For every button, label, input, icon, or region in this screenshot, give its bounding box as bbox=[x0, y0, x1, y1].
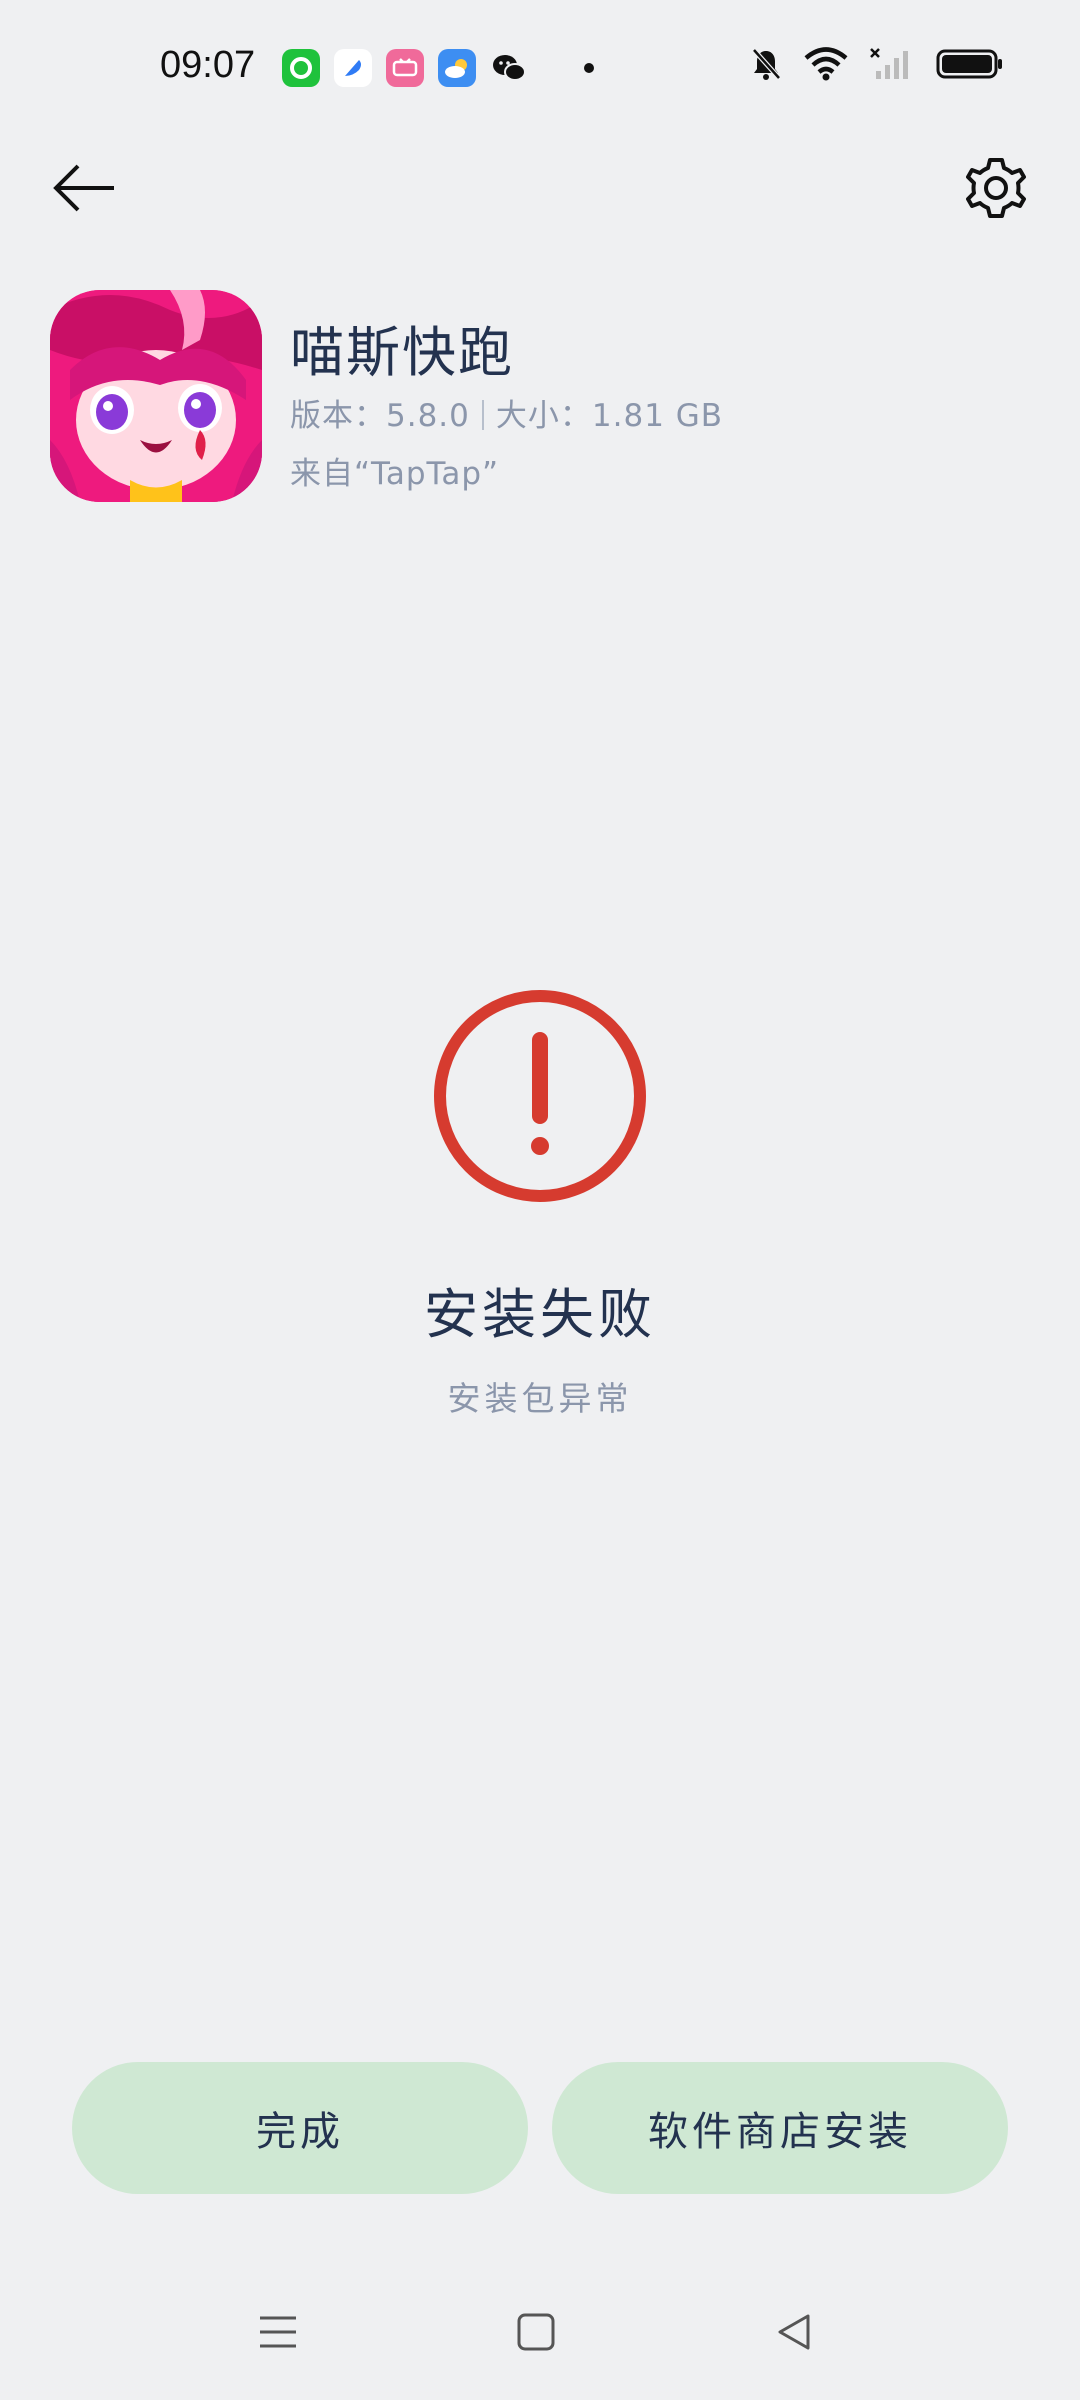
wechat-icon bbox=[490, 49, 528, 87]
store-install-button[interactable]: 软件商店安装 bbox=[552, 2062, 1008, 2194]
no-signal-icon bbox=[870, 47, 914, 85]
mute-bell-icon bbox=[750, 47, 782, 85]
result-title: 安装失败 bbox=[424, 1283, 656, 1346]
app-source: 来自“TapTap” bbox=[290, 456, 500, 492]
recent-apps-button[interactable] bbox=[248, 2304, 308, 2364]
meta-divider bbox=[481, 400, 484, 430]
home-button[interactable] bbox=[506, 2304, 566, 2364]
done-button[interactable]: 完成 bbox=[72, 2062, 528, 2194]
toolbar bbox=[0, 140, 1080, 240]
back-button[interactable] bbox=[44, 150, 124, 230]
arrow-left-icon bbox=[52, 164, 116, 216]
install-result-page: 09:07 喵斯快跑 版本：5.8.0 大小：1.81 GB 来自“TapTap… bbox=[0, 0, 1080, 2400]
blue-app-icon bbox=[334, 49, 372, 87]
app-version: 版本：5.8.0 bbox=[290, 398, 470, 434]
app-info-card: 喵斯快跑 版本：5.8.0 大小：1.81 GB 来自“TapTap” bbox=[50, 290, 1030, 506]
gear-icon bbox=[964, 156, 1028, 224]
wifi-icon bbox=[804, 47, 848, 85]
exclamation-circle-icon bbox=[432, 988, 648, 1204]
green-app-icon bbox=[282, 49, 320, 87]
navigation-bar bbox=[0, 2290, 1080, 2374]
system-status-icons bbox=[750, 47, 1004, 85]
result-subtitle: 安装包异常 bbox=[447, 1379, 633, 1418]
notification-icons bbox=[282, 49, 594, 87]
status-bar: 09:07 bbox=[0, 0, 1080, 140]
app-name: 喵斯快跑 bbox=[290, 321, 514, 384]
app-icon bbox=[50, 290, 262, 502]
back-triangle-icon bbox=[774, 2312, 814, 2356]
more-notifications-dot bbox=[584, 63, 594, 73]
system-back-button[interactable] bbox=[764, 2304, 824, 2364]
app-meta: 版本：5.8.0 大小：1.81 GB bbox=[290, 390, 723, 435]
status-time: 09:07 bbox=[160, 44, 256, 86]
battery-icon bbox=[936, 49, 1004, 83]
menu-icon bbox=[258, 2312, 298, 2356]
weather-icon bbox=[438, 49, 476, 87]
app-size: 大小：1.81 GB bbox=[495, 398, 724, 434]
home-icon bbox=[516, 2312, 556, 2356]
settings-button[interactable] bbox=[956, 150, 1036, 230]
pink-app-icon bbox=[386, 49, 424, 87]
